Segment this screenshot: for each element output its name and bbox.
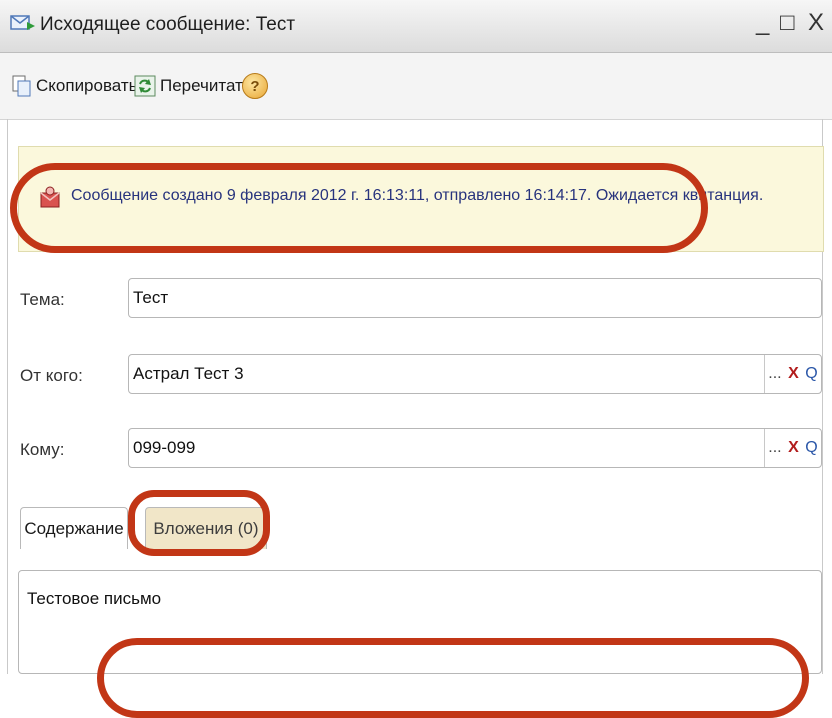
from-field-buttons: ... X Q (764, 355, 821, 393)
to-field-buttons: ... X Q (764, 429, 821, 467)
reread-label: Перечитать (160, 76, 252, 95)
to-select-button[interactable]: ... (768, 429, 781, 467)
reread-button[interactable]: Перечитать (134, 71, 252, 101)
toolbar: Скопировать Перечитать ? (0, 53, 832, 120)
window-title: Исходящее сообщение: Тест (40, 14, 296, 35)
status-info-panel: Сообщение создано 9 февраля 2012 г. 16:1… (18, 146, 824, 252)
copy-label: Скопировать (36, 76, 138, 95)
help-button[interactable]: ? (242, 73, 268, 99)
message-body-text: Тестовое письмо (27, 589, 162, 608)
window-left-border (7, 119, 8, 674)
to-clear-button[interactable]: X (788, 429, 799, 467)
from-clear-button[interactable]: X (788, 355, 799, 393)
maximize-button[interactable]: □ (780, 8, 795, 38)
from-field[interactable]: Астрал Тест 3 ... X Q (128, 354, 822, 394)
subject-label: Тема: (20, 290, 65, 309)
to-value: 099-099 (133, 438, 196, 457)
from-value: Астрал Тест 3 (133, 364, 244, 383)
from-search-button[interactable]: Q (805, 355, 817, 393)
from-select-button[interactable]: ... (768, 355, 781, 393)
to-search-button[interactable]: Q (805, 429, 817, 467)
close-button[interactable]: X (808, 8, 824, 38)
status-message: Сообщение создано 9 февраля 2012 г. 16:1… (71, 187, 764, 204)
to-label: Кому: (20, 440, 65, 459)
tab-content[interactable]: Содержание (20, 507, 128, 549)
copy-button[interactable]: Скопировать (12, 71, 138, 101)
to-field[interactable]: 099-099 ... X Q (128, 428, 822, 468)
refresh-icon (134, 75, 156, 97)
copy-icon (12, 75, 31, 97)
message-status-icon (40, 186, 60, 208)
outgoing-message-icon (10, 15, 35, 30)
minimize-button[interactable]: _ (756, 8, 769, 38)
title-bar: Исходящее сообщение: Тест _ □ X (0, 0, 832, 53)
from-label: От кого: (20, 366, 83, 385)
message-body-field[interactable]: Тестовое письмо (18, 570, 822, 674)
subject-value: Тест (133, 288, 169, 307)
tab-attachments[interactable]: Вложения (0) (145, 507, 267, 549)
subject-field[interactable]: Тест (128, 278, 822, 318)
